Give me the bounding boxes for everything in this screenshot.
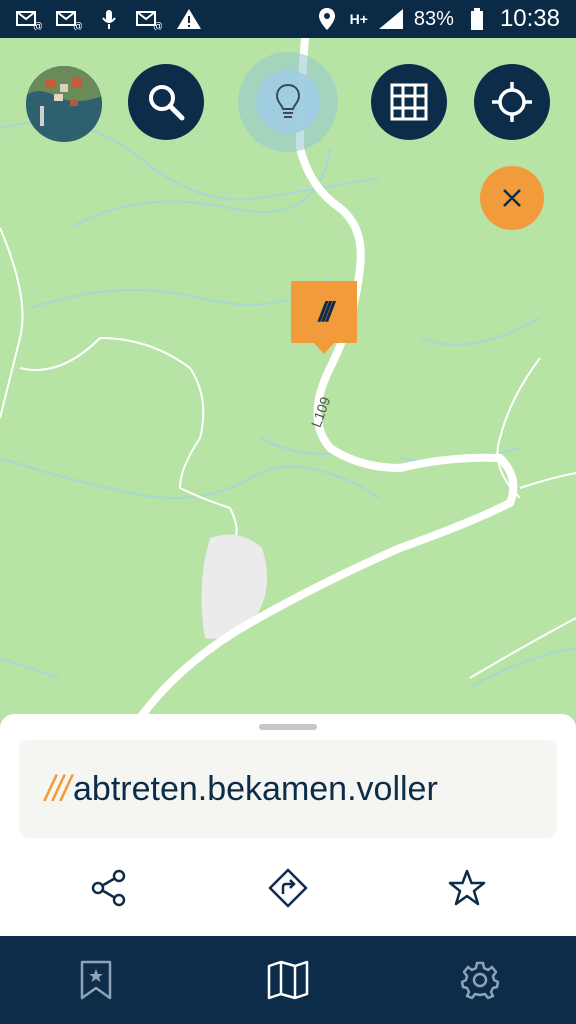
nav-saved[interactable] [66,954,126,1006]
bottom-navigation [0,936,576,1024]
battery-percent: 83% [413,7,454,30]
svg-text:@: @ [33,21,42,30]
locate-button[interactable] [474,64,550,140]
search-icon [149,85,185,121]
location-icon [314,8,340,30]
directions-button[interactable] [260,860,316,916]
favorite-button[interactable] [439,860,495,916]
grid-button[interactable] [371,64,447,140]
nav-map[interactable] [258,954,318,1006]
marker-pointer [313,342,335,354]
clock: 10:38 [499,5,560,32]
lightbulb-icon [275,83,301,118]
crosshair-icon [492,82,532,122]
svg-text:@: @ [153,21,162,30]
bottom-sheet: /// abtreten.bekamen.voller [0,714,576,936]
satellite-thumbnail-icon [26,66,102,142]
email-notification-icon: @ [56,8,82,30]
grid-icon [390,83,428,121]
location-marker[interactable]: /// [291,281,357,343]
settings-icon [460,961,500,1000]
action-row [0,860,576,916]
svg-text:@: @ [73,21,82,30]
bookmark-icon [80,960,112,1000]
contour-lines [0,227,576,679]
share-icon [91,869,126,907]
tip-button[interactable] [238,52,338,152]
status-bar: @ @ @ H+ 83% 10:38 [0,0,576,38]
email-notification-icon: @ [136,8,162,30]
signal-icon [378,8,404,30]
map-icon [267,960,309,1000]
close-icon [503,189,521,207]
three-word-address: abtreten.bekamen.voller [73,769,438,808]
address-box[interactable]: /// abtreten.bekamen.voller [19,740,557,838]
battery-icon [464,8,490,30]
directions-icon [268,868,308,908]
microphone-icon [96,8,122,30]
nav-settings[interactable] [450,954,510,1006]
address-slashes: /// [45,768,71,809]
search-button[interactable] [128,64,204,140]
sheet-drag-handle[interactable] [259,724,317,730]
network-type: H+ [349,11,368,27]
close-button[interactable] [480,166,544,230]
share-button[interactable] [81,860,137,916]
email-notification-icon: @ [16,8,42,30]
warning-icon [176,8,202,30]
marker-label: /// [318,296,333,327]
star-icon [448,869,486,906]
satellite-thumbnail[interactable] [26,66,102,142]
